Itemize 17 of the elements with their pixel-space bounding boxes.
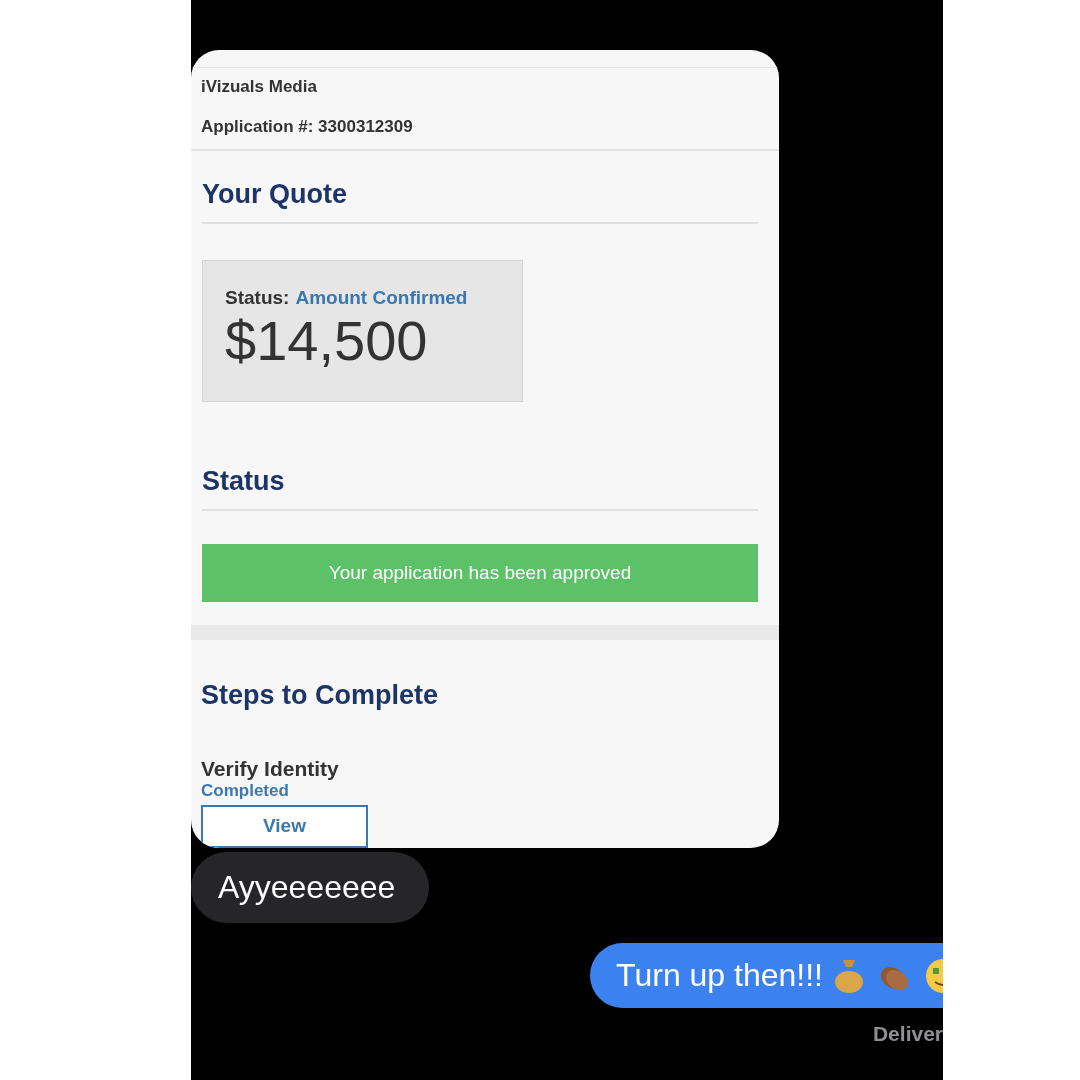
application-number: Application #: 3300312309 xyxy=(201,117,414,138)
quote-amount: $14,500 xyxy=(225,312,429,369)
company-name: iVizuals Media xyxy=(201,77,318,98)
section-heading: Status xyxy=(202,437,758,511)
money-bag-icon xyxy=(833,957,865,994)
message-bubble: Turn up then!!! xyxy=(590,943,943,1008)
screenshot-attachment[interactable]: iVizuals Media Application #: 3300312309 Your Quote Status: Amount Confirmed $14,500 Status Your application has been approved Steps to Complete Verify Identity Completed View xyxy=(191,50,779,848)
step-state: Completed xyxy=(201,781,290,801)
approval-banner: Your application has been approved xyxy=(202,543,758,602)
message-bubble: Ayyeeeeeee xyxy=(191,852,430,923)
view-button[interactable]: View xyxy=(201,805,368,848)
section-heading: Your Quote xyxy=(202,150,758,224)
delivery-status: Deliver xyxy=(872,1022,943,1046)
step-title: Verify Identity xyxy=(201,757,340,781)
status-value: Amount Confirmed xyxy=(295,286,468,309)
section-heading: Steps to Complete xyxy=(201,680,440,711)
status-label: Status: xyxy=(225,286,290,309)
